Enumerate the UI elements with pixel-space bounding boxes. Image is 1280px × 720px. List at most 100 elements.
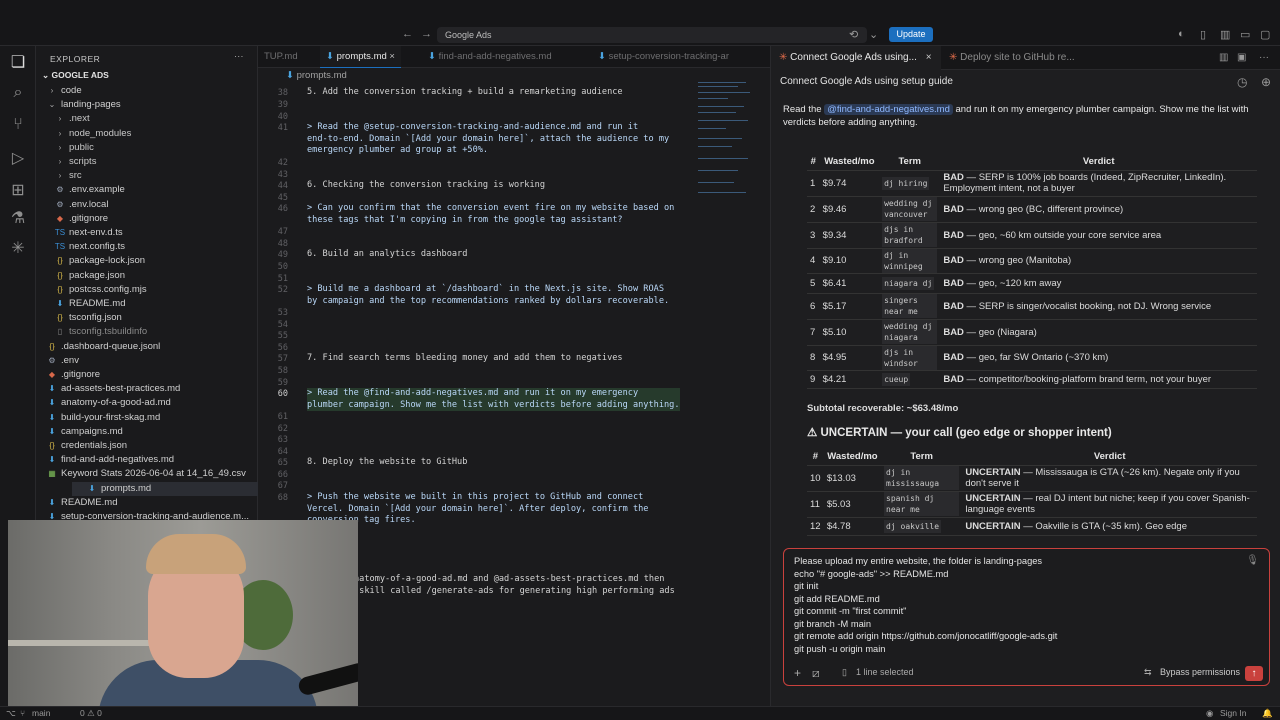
tree-item[interactable]: ⚙ .env.local	[54, 198, 108, 212]
tree-item[interactable]: ▯ tsconfig.tsbuildinfo	[54, 325, 147, 339]
tree-item[interactable]: {} package.json	[54, 269, 125, 283]
claude-icon[interactable]: ✳	[9, 238, 27, 258]
table-row: 3 $9.34 djs in bradford BAD — geo, ~60 km o…	[807, 222, 1257, 249]
tree-item[interactable]: ⌄ landing-pages	[46, 98, 121, 112]
split-icon[interactable]: ▥	[1219, 46, 1228, 70]
tree-item[interactable]: ◆ .gitignore	[54, 212, 108, 226]
branch-icon[interactable]: ⑂	[20, 708, 25, 718]
slash-command-icon[interactable]: ⧄	[812, 666, 820, 681]
copilot-icon[interactable]: ⟲	[849, 28, 858, 41]
explorer-icon[interactable]: ❏	[9, 52, 27, 72]
lock-icon[interactable]: ▣	[1237, 46, 1246, 70]
chat-tab-deploy-site[interactable]: ✳ Deploy site to GitHub re...	[949, 46, 1075, 70]
forward-arrow-icon[interactable]: →	[421, 28, 432, 40]
new-chat-icon[interactable]: ⊕	[1261, 75, 1271, 89]
chevron-icon: ›	[58, 142, 62, 152]
tree-item[interactable]: ▦ Keyword Stats 2026-06-04 at 14_16_49.cs…	[46, 467, 246, 481]
tree-item[interactable]: ⬇ ad-assets-best-practices.md	[46, 382, 181, 396]
update-button[interactable]: Update	[889, 27, 933, 42]
split-editor-icon[interactable]: ▥	[1220, 28, 1230, 41]
column-header: Wasted/mo	[823, 449, 882, 466]
tree-item[interactable]: TS next-env.d.ts	[54, 226, 123, 240]
term-cell: niagara dj	[879, 273, 941, 294]
workspace-root[interactable]: ⌄ GOOGLE ADS	[42, 70, 109, 81]
tree-item[interactable]: › node_modules	[54, 127, 132, 141]
account-icon[interactable]: ◉	[1206, 708, 1213, 719]
tab-prompts-md[interactable]: ⬇ prompts.md ×	[320, 46, 401, 68]
branch-label[interactable]: main	[32, 708, 50, 718]
tree-item[interactable]: › code	[46, 84, 82, 98]
tree-item[interactable]: {} .dashboard-queue.jsonl	[46, 340, 160, 354]
tree-item[interactable]: ◆ .gitignore	[46, 368, 100, 382]
sign-in-link[interactable]: Sign In	[1220, 708, 1246, 718]
command-center-search[interactable]: Google Ads	[437, 27, 867, 43]
tree-item[interactable]: › scripts	[54, 155, 97, 169]
value-cell: 11	[807, 491, 824, 518]
webcam-shelf	[8, 640, 158, 646]
source-control-icon[interactable]: ⑂	[9, 116, 27, 134]
more-icon[interactable]: ···	[1259, 46, 1269, 70]
breadcrumb[interactable]: ⬇ prompts.md	[286, 70, 347, 81]
tree-item[interactable]: {} credentials.json	[46, 439, 127, 453]
verdict-label: BAD	[943, 373, 964, 385]
close-icon[interactable]: ×	[389, 51, 395, 62]
problems-count[interactable]: 0 ⚠ 0	[80, 708, 102, 719]
table-row: 8 $4.95 djs in windsor BAD — geo, far SW On…	[807, 345, 1257, 371]
chat-tab-2-label: Deploy site to GitHub re...	[960, 52, 1075, 63]
history-icon[interactable]: ◷	[1237, 75, 1247, 89]
file-icon: ⚙	[56, 199, 64, 209]
tree-item[interactable]: {} tsconfig.json	[54, 311, 121, 325]
tree-item[interactable]: ⚙ .env	[46, 354, 79, 368]
composer-input[interactable]: Please upload my entire website, the fol…	[794, 555, 1057, 655]
tree-item[interactable]: ⬇ README.md	[54, 297, 126, 311]
extensions-icon[interactable]: ⊞	[9, 180, 27, 200]
term-cell: dj in winnipeg	[879, 248, 941, 274]
tree-item[interactable]: ⬇ build-your-first-skag.md	[46, 411, 161, 425]
tree-item[interactable]: ⬇ README.md	[46, 496, 118, 510]
line-number: 62	[277, 424, 288, 434]
tab-find-negatives[interactable]: ⬇ find-and-add-negatives.md	[422, 46, 558, 68]
tree-item[interactable]: › src	[54, 169, 82, 183]
tree-item-label: .next	[69, 113, 90, 125]
back-arrow-icon[interactable]: ←	[402, 28, 413, 40]
value-cell: 9	[807, 370, 820, 389]
layout-icon[interactable]: ▯	[1200, 28, 1206, 41]
remote-icon[interactable]: ⌥	[6, 708, 16, 719]
tree-item[interactable]: ⬇ anatomy-of-a-good-ad.md	[46, 396, 171, 410]
tree-item[interactable]: ⬇ campaigns.md	[46, 425, 123, 439]
close-icon[interactable]: ×	[926, 52, 932, 63]
value-cell: $9.46	[819, 196, 880, 223]
prompt-composer[interactable]: Please upload my entire website, the fol…	[783, 548, 1270, 686]
tree-item-label: credentials.json	[61, 440, 128, 451]
tree-item[interactable]: {} package-lock.json	[54, 254, 145, 268]
bypass-permissions-toggle[interactable]: Bypass permissions	[1160, 667, 1240, 677]
add-icon[interactable]: +	[794, 666, 801, 680]
tree-item[interactable]: ⬇ find-and-add-negatives.md	[46, 453, 174, 467]
tab-setup-conversion[interactable]: ⬇ setup-conversion-tracking-ar	[592, 46, 735, 68]
chevron-down-icon[interactable]: ⌄	[869, 28, 878, 41]
microphone-icon[interactable]: 🎙	[1246, 555, 1259, 566]
tree-item[interactable]: TS next.config.ts	[54, 240, 125, 254]
search-icon[interactable]: ⌕	[9, 84, 27, 102]
tree-item[interactable]: › public	[54, 141, 94, 155]
chat-tab-connect-google-ads[interactable]: ✳ Connect Google Ads using... ×	[771, 46, 941, 70]
run-debug-icon[interactable]: ▷	[9, 148, 27, 168]
tree-item[interactable]: › .next	[54, 112, 90, 126]
notifications-icon[interactable]: 🔔	[1262, 708, 1273, 719]
testing-icon[interactable]: ⚗	[9, 208, 27, 228]
verdict-cell: BAD — geo, ~60 km outside your core serv…	[940, 222, 1257, 249]
panel-toggle-icon[interactable]: ▭	[1240, 28, 1250, 41]
file-mention-chip[interactable]: @find-and-add-negatives.md	[824, 104, 953, 115]
sidebar-toggle-icon[interactable]: ▢	[1260, 28, 1270, 41]
tree-item[interactable]: {} postcss.config.mjs	[54, 283, 146, 297]
verdict-label: BAD	[943, 255, 964, 266]
tree-item[interactable]: ⚙ .env.example	[54, 183, 124, 197]
accounts-icon[interactable]: ◐	[1178, 28, 1185, 40]
more-actions-icon[interactable]: ···	[234, 51, 244, 62]
send-button[interactable]: ↑	[1245, 666, 1263, 681]
minimap[interactable]	[698, 82, 754, 202]
search-term: dj in winnipeg	[882, 248, 938, 273]
wasted-amount: $5.10	[822, 326, 847, 338]
tab-setup-md[interactable]: TUP.md	[258, 46, 304, 68]
chevron-icon: ›	[58, 157, 62, 166]
